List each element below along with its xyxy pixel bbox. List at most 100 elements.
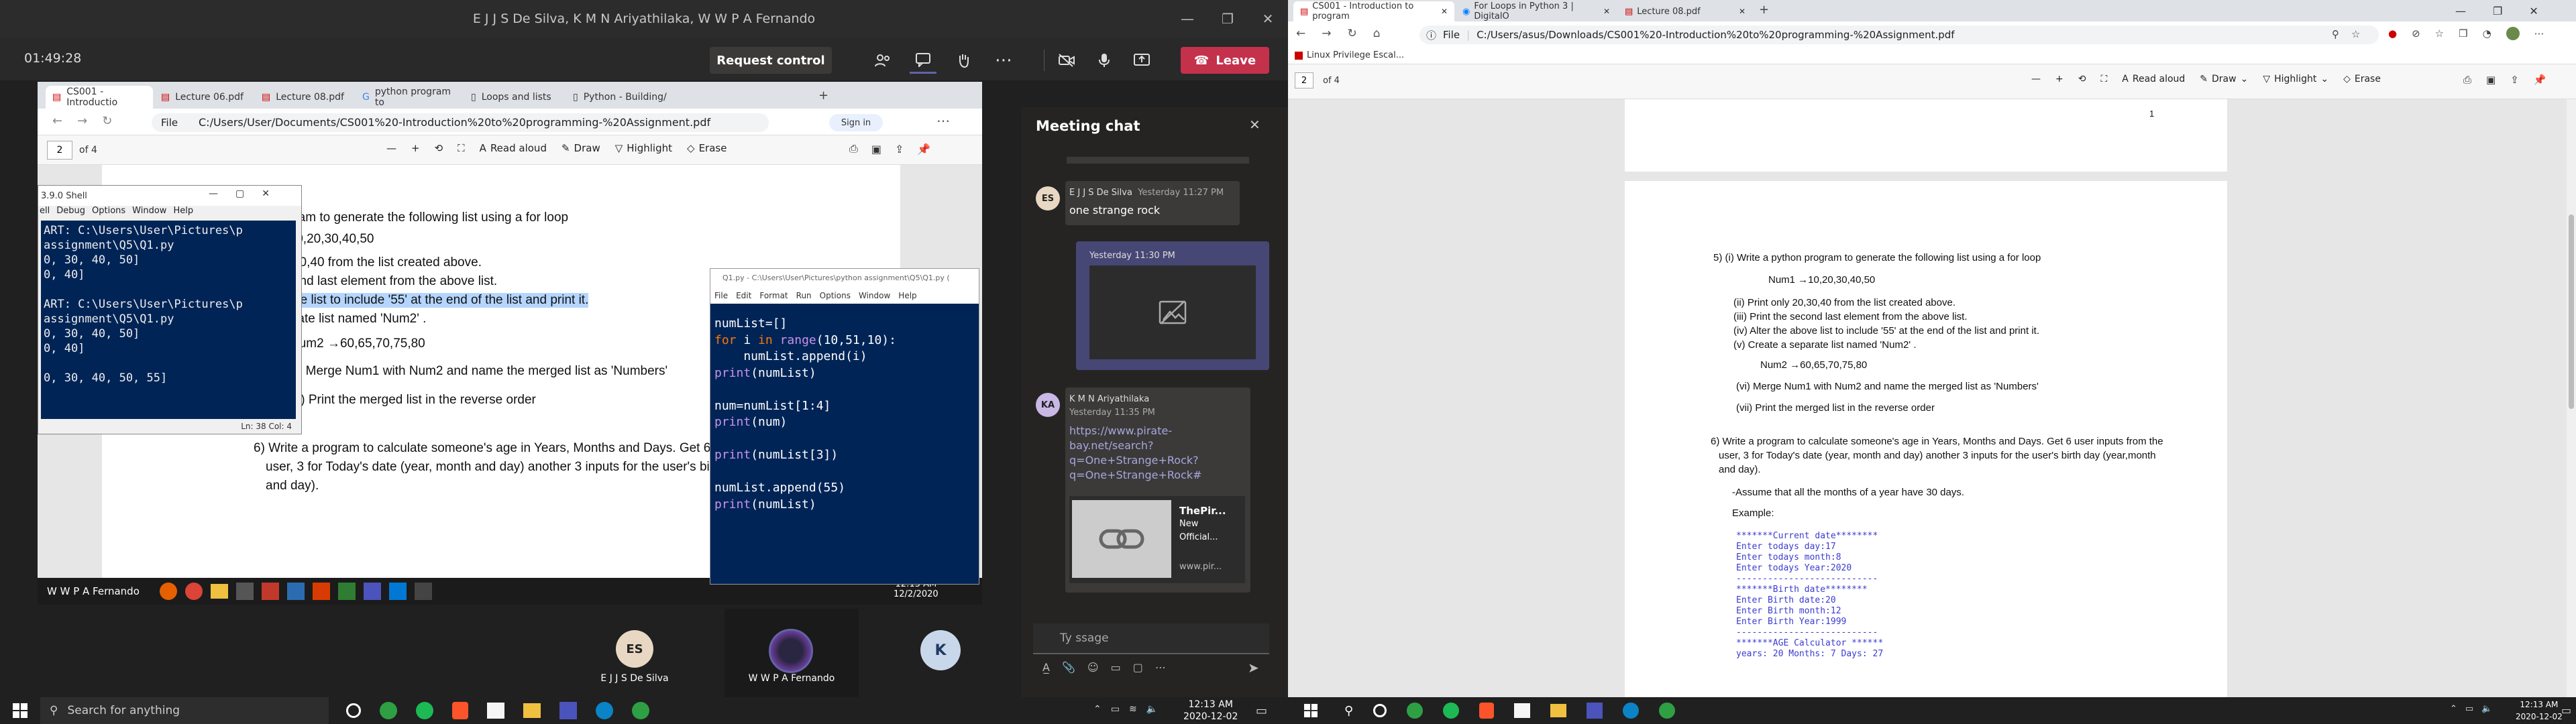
minimize-button[interactable]: — [209, 188, 218, 199]
collection-icon[interactable]: ❒ [2459, 27, 2467, 40]
zoom-out-icon[interactable]: — [386, 142, 396, 154]
search-icon[interactable]: ⚲ [1344, 704, 1353, 718]
new-tab-icon[interactable]: + [1759, 3, 1769, 17]
fit-icon[interactable]: ⛶ [458, 142, 465, 154]
menu-item[interactable]: Window [132, 206, 166, 216]
edge-tab-1[interactable]: ▤ CS001 - Introduction to program ✕ [1293, 1, 1454, 21]
scrollbar-thumb[interactable] [2569, 215, 2574, 409]
microphone-icon[interactable] [1091, 47, 1118, 74]
sign-in-button[interactable]: Sign in [829, 114, 883, 131]
draw-button[interactable]: ✎ Draw [561, 142, 600, 154]
menu-icon[interactable]: ⋯ [2534, 27, 2544, 40]
favorite-link[interactable]: Linux Privilege Escal... [1307, 50, 1404, 60]
extension-red-icon[interactable]: ● [2388, 27, 2397, 40]
message-link[interactable]: https://www.pirate- bay.net/search? q=On… [1069, 424, 1202, 483]
zoom-icon[interactable]: ⚲ [2332, 28, 2339, 40]
menu-item[interactable]: Edit [736, 291, 751, 300]
word-icon[interactable] [286, 583, 305, 600]
close-chat-icon[interactable]: ✕ [1249, 117, 1260, 133]
page-number-input[interactable]: 2 [47, 141, 72, 160]
mail-icon[interactable] [261, 583, 279, 600]
menu-item[interactable]: ell [40, 206, 50, 216]
print-icon[interactable]: ⎙ [849, 142, 858, 156]
idle-icon[interactable] [414, 583, 432, 600]
volume-icon[interactable]: 🔈 [1146, 704, 1158, 715]
tray-chevron-icon[interactable]: ⌃ [2450, 704, 2457, 714]
shared-tab-3[interactable]: ▤ Lecture 08.pdf [255, 86, 354, 109]
home-icon[interactable]: ⌂ [1373, 27, 1381, 40]
menu-item[interactable]: Help [898, 291, 916, 300]
notification-icon[interactable]: ▭ [2561, 704, 2571, 717]
back-icon[interactable]: ← [52, 114, 62, 128]
windows-start-icon[interactable] [1297, 697, 1324, 724]
profile-avatar[interactable] [2506, 27, 2520, 40]
shared-tab-2[interactable]: ▤ Lecture 06.pdf [154, 86, 254, 109]
zoom-in-icon[interactable]: + [411, 142, 420, 154]
edge-tab-2[interactable]: ◉ For Loops in Python 3 | DigitalO ✕ [1456, 1, 1617, 21]
app-green-icon[interactable] [380, 702, 397, 719]
edge-tab-3[interactable]: ▤ Lecture 08.pdf ✕ [1618, 1, 1752, 21]
store-icon[interactable] [235, 583, 254, 600]
folder-icon[interactable] [210, 584, 228, 599]
camera-off-icon[interactable] [1053, 47, 1080, 74]
menu-item[interactable]: Options [820, 291, 851, 300]
read-aloud-button[interactable]: A Read aloud [480, 142, 547, 154]
avatar[interactable]: KA [1036, 393, 1060, 417]
menu-item[interactable]: Format [759, 291, 788, 300]
emoji-icon[interactable]: ☺ [1087, 661, 1099, 674]
app-green-icon[interactable] [632, 702, 649, 719]
windows-start-icon[interactable] [0, 697, 40, 724]
new-tab-icon[interactable]: + [818, 88, 828, 103]
extension-icon-2[interactable]: ◔ [2483, 27, 2491, 40]
chat-compose-box[interactable]: Ty ssage [1033, 623, 1269, 654]
menu-icon[interactable]: ⋯ [936, 113, 950, 129]
save-icon[interactable]: ▣ [871, 143, 881, 156]
folder-icon[interactable] [1550, 704, 1567, 717]
fit-icon[interactable]: ⛶ [2100, 74, 2107, 84]
shared-tab-4[interactable]: Gpython program to [356, 86, 463, 109]
leave-button[interactable]: ☎ Leave [1181, 47, 1269, 74]
file-icon[interactable] [487, 703, 504, 719]
task-view-icon[interactable] [346, 703, 361, 718]
firefox-icon[interactable] [159, 583, 177, 600]
taskbar-search-box[interactable]: ⚲ Search for anything [40, 697, 329, 724]
teams-icon[interactable] [1587, 703, 1603, 719]
editor-code[interactable]: numList=[] for i in range(10,51,10): num… [714, 316, 896, 513]
close-button[interactable]: ✕ [2529, 5, 2538, 17]
more-options-icon[interactable]: ⋯ [990, 47, 1017, 74]
forward-icon[interactable]: → [1322, 27, 1331, 40]
menu-item[interactable]: Debug [56, 206, 85, 216]
back-icon[interactable]: ← [1296, 27, 1305, 40]
pin-icon[interactable]: 📌 [2534, 74, 2546, 86]
app-icon[interactable] [337, 583, 356, 600]
chrome-icon[interactable] [184, 583, 203, 600]
minimize-button[interactable]: — [1167, 0, 1208, 38]
file-icon[interactable] [1514, 703, 1531, 718]
gif-icon[interactable]: ▭ [1111, 661, 1121, 674]
page-number-input[interactable]: 2 [1295, 72, 1313, 88]
avatar[interactable]: ES [1036, 186, 1060, 210]
share-icon[interactable]: ⇪ [2510, 74, 2519, 86]
erase-button[interactable]: ◇ Erase [2343, 74, 2381, 84]
shared-tab-6[interactable]: ▯ Python - Building/ [566, 86, 674, 109]
tab-close-icon[interactable]: ✕ [1441, 7, 1448, 16]
shared-tab-1[interactable]: ▤ CS001 - Introductio [46, 86, 153, 109]
chat-icon[interactable] [910, 47, 936, 74]
volume-icon[interactable]: 🔈 [2481, 704, 2492, 714]
teams-icon[interactable] [559, 702, 577, 719]
draw-button[interactable]: ✎ Draw ⌄ [2200, 74, 2248, 84]
maximize-button[interactable]: ▢ [235, 188, 244, 199]
menu-item[interactable]: Run [796, 291, 812, 300]
menu-item[interactable]: Options [92, 206, 125, 216]
highlight-button[interactable]: ▽ Highlight ⌄ [2263, 74, 2328, 84]
zoom-out-icon[interactable]: — [2031, 74, 2041, 84]
zoom-in-icon[interactable]: + [2055, 74, 2063, 84]
print-icon[interactable]: ⎙ [2463, 74, 2471, 86]
save-icon[interactable]: ▣ [2486, 74, 2496, 86]
idle-shell-output[interactable]: ART: C:\Users\User\Pictures\p assignment… [41, 221, 296, 419]
participants-icon[interactable] [869, 47, 896, 74]
format-icon[interactable]: A̲ [1042, 661, 1050, 674]
close-button[interactable]: ✕ [1248, 0, 1288, 38]
notification-icon[interactable]: ▭ [1256, 704, 1267, 718]
refresh-icon[interactable]: ↻ [102, 114, 112, 128]
